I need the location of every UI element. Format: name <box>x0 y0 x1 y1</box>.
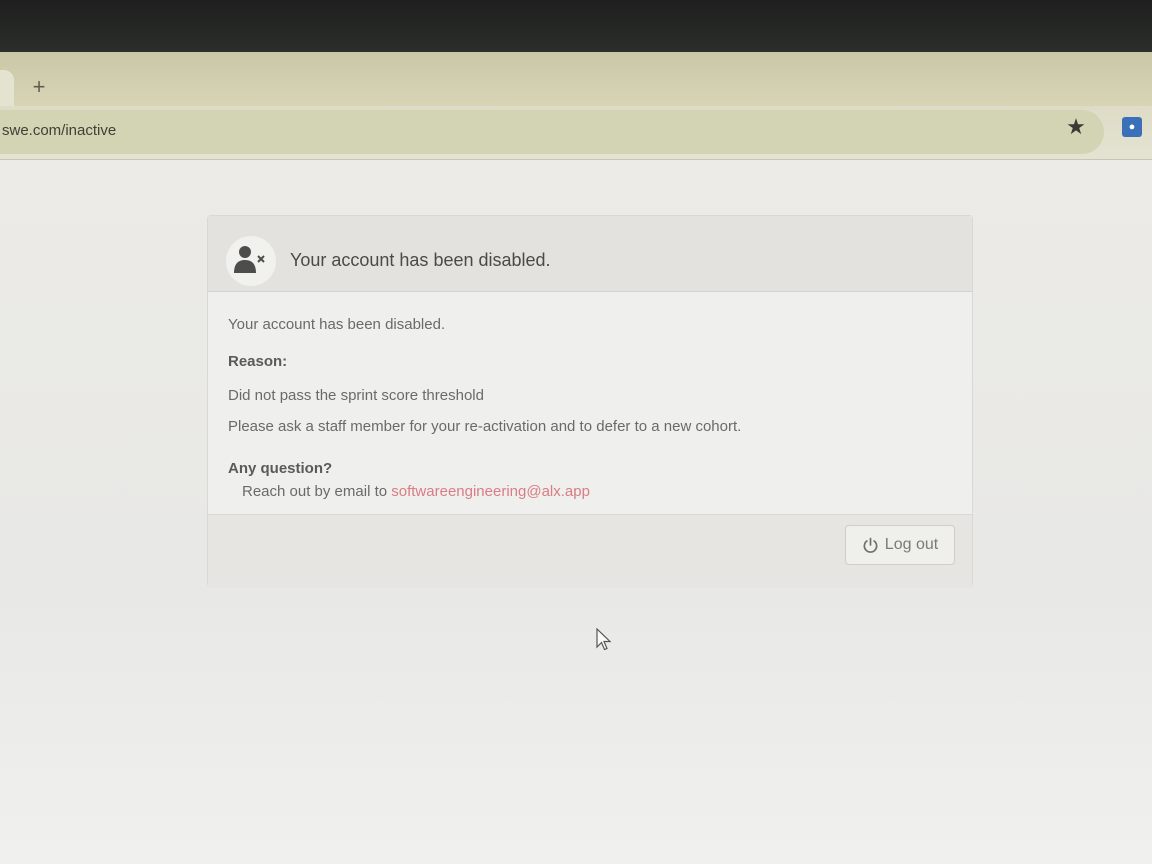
contact-email-link[interactable]: softwareengineering@alx.app <box>391 483 590 500</box>
logout-label: Log out <box>884 536 939 553</box>
monitor-bezel <box>0 0 1152 52</box>
card-footer: Log out <box>208 514 972 588</box>
address-bar[interactable]: swe.com/inactive <box>0 110 1104 154</box>
extension-icon[interactable]: ● <box>1122 117 1142 137</box>
user-x-icon <box>234 246 265 273</box>
avatar <box>226 236 276 286</box>
reason-label: Reason: <box>228 353 288 370</box>
power-icon <box>863 537 878 553</box>
card-header: Your account has been disabled. <box>208 216 972 292</box>
question-label: Any question? <box>228 460 333 477</box>
browser-tab-strip: + <box>0 52 1152 112</box>
card-title: Your account has been disabled. <box>290 250 551 270</box>
page-content: Your account has been disabled. Your acc… <box>0 160 1152 864</box>
star-icon[interactable]: ★ <box>1062 113 1090 141</box>
url-text[interactable]: swe.com/inactive <box>2 122 116 139</box>
new-tab-button[interactable]: + <box>26 74 52 100</box>
contact-line: Reach out by email to softwareengineerin… <box>242 483 590 500</box>
disabled-message: Your account has been disabled. <box>228 316 446 333</box>
browser-toolbar: swe.com/inactive ★ ● <box>0 106 1152 160</box>
reason-text: Did not pass the sprint score threshold <box>228 387 484 404</box>
account-disabled-card: Your account has been disabled. Your acc… <box>207 215 973 588</box>
instruction-text: Please ask a staff member for your re-ac… <box>228 418 742 435</box>
mouse-cursor-icon <box>596 628 612 651</box>
logout-button[interactable]: Log out <box>845 525 955 565</box>
contact-prefix: Reach out by email to <box>242 483 392 500</box>
